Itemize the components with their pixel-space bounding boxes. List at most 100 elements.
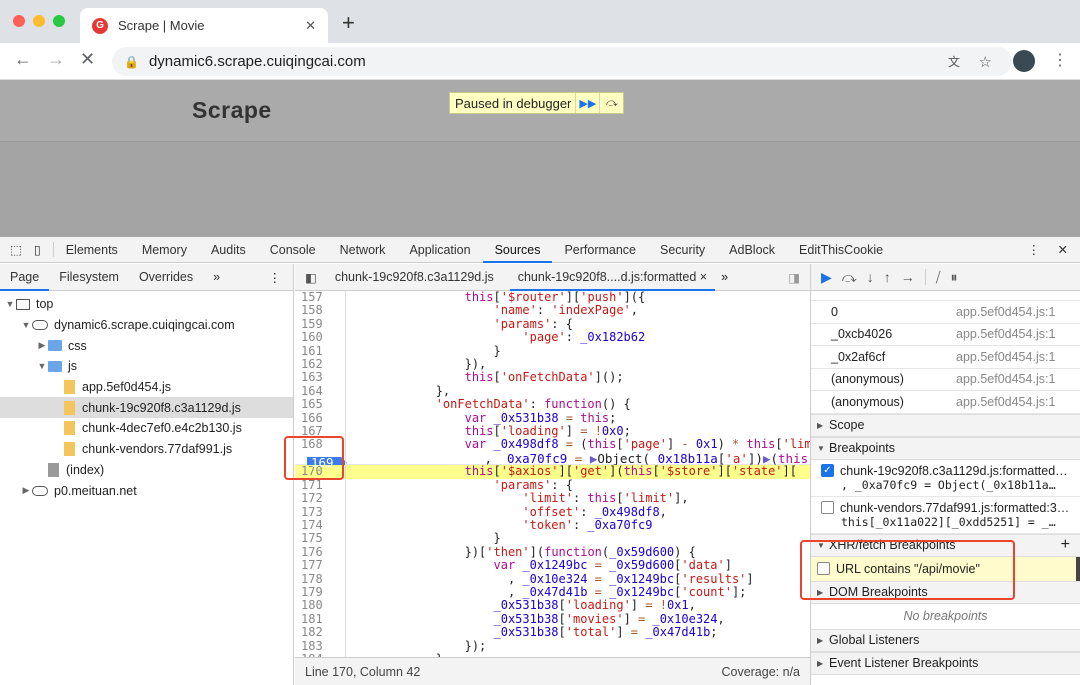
line-number[interactable]: 176	[295, 545, 345, 559]
code-line[interactable]: 178 , _0x10e324 = _0x1249bc['results']	[295, 572, 810, 586]
step-out-icon[interactable]: ↑	[884, 269, 891, 285]
frame-location[interactable]: app.5ef0d454.js:1	[956, 372, 1055, 386]
line-number[interactable]: 175	[295, 532, 345, 545]
line-number[interactable]: 163	[295, 371, 345, 384]
call-frame[interactable]: _0x2af6cf app.5ef0d454.js:1	[811, 346, 1080, 369]
tab-application[interactable]: Application	[397, 237, 482, 263]
line-number[interactable]: 159	[295, 317, 345, 331]
inspect-element-icon[interactable]: ⬚	[0, 242, 30, 257]
code-line[interactable]: 157 this['$router']['push']({	[295, 291, 810, 304]
stop-loading-icon[interactable]: ✕	[80, 49, 95, 70]
call-frame[interactable]: _0xcb4026 app.5ef0d454.js:1	[811, 324, 1080, 346]
global-listeners-section[interactable]: ▶ Global Listeners	[811, 628, 1080, 652]
code-line[interactable]: 158 'name': 'indexPage',	[295, 304, 810, 317]
line-number[interactable]: 183	[295, 639, 345, 653]
code-line[interactable]: 165 'onFetchData': function() {	[295, 398, 810, 411]
tab-elements[interactable]: Elements	[54, 237, 130, 263]
code-line[interactable]: 162 }),	[295, 357, 810, 371]
frame-location[interactable]: app.5ef0d454.js:1	[956, 305, 1055, 319]
tree-item[interactable]: app.5ef0d454.js	[0, 377, 293, 398]
frame-location[interactable]: app.5ef0d454.js:1	[956, 327, 1055, 341]
code-line[interactable]: 167 this['loading'] = !0x0;	[295, 424, 810, 438]
line-number[interactable]: 177	[295, 558, 345, 572]
breakpoint-item[interactable]: chunk-vendors.77daf991.js:formatted:3… th…	[811, 497, 1080, 534]
deactivate-breakpoints-icon[interactable]: ⧸	[936, 269, 941, 286]
collapsed-arrow-icon[interactable]: ▶	[20, 485, 32, 496]
close-tab-icon[interactable]: ✕	[305, 18, 316, 34]
line-number[interactable]: 181	[295, 612, 345, 626]
tree-item[interactable]: ▼ dynamic6.scrape.cuiqingcai.com	[0, 315, 293, 336]
tree-item[interactable]: (index)	[0, 460, 293, 481]
editor-tab[interactable]: chunk-19c920f8.c3a1129d.js	[327, 264, 502, 291]
code-line[interactable]: 174 'token': _0xa70fc9	[295, 518, 810, 532]
expanded-arrow-icon[interactable]: ▼	[36, 361, 48, 371]
line-number[interactable]: 182	[295, 625, 345, 639]
line-number[interactable]: 164	[295, 384, 345, 398]
expanded-arrow-icon[interactable]: ▼	[4, 299, 16, 309]
code-line[interactable]: 177 var _0x1249bc = _0x59d600['data']	[295, 558, 810, 572]
line-number[interactable]: 180	[295, 599, 345, 612]
navigator-menu-icon[interactable]: ⋮	[269, 270, 294, 285]
line-number[interactable]: 171	[295, 478, 345, 492]
code-line[interactable]: 180 _0x531b38['loading'] = !0x1,	[295, 599, 810, 612]
tab-editthiscookie[interactable]: EditThisCookie	[787, 237, 895, 263]
line-number[interactable]: 157	[295, 291, 345, 304]
tab-filesystem[interactable]: Filesystem	[49, 264, 129, 291]
code-line[interactable]: 176 })['then'](function(_0x59d600) {	[295, 545, 810, 559]
expanded-arrow-icon[interactable]: ▼	[20, 320, 32, 330]
line-number[interactable]: 165	[295, 398, 345, 411]
minimize-window-button[interactable]	[33, 15, 45, 27]
tab-performance[interactable]: Performance	[552, 237, 648, 263]
code-line[interactable]: 172 'limit': this['limit'],	[295, 491, 810, 505]
code-line[interactable]: 161 }	[295, 344, 810, 358]
step-over-icon[interactable]: ⤼	[599, 93, 623, 113]
collapsed-arrow-icon[interactable]: ▶	[36, 340, 48, 351]
toggle-navigator-icon[interactable]: ◧	[295, 270, 327, 285]
code-line[interactable]: 179 , _0x47d41b = _0x1249bc['count'];	[295, 585, 810, 599]
tree-item[interactable]: chunk-vendors.77daf991.js	[0, 439, 293, 460]
frame-location[interactable]: app.5ef0d454.js:1	[956, 350, 1055, 364]
tree-item[interactable]: ▶ p0.meituan.net	[0, 480, 293, 501]
breakpoints-section[interactable]: ▼ Breakpoints	[811, 436, 1080, 460]
call-frame[interactable]: 0 app.5ef0d454.js:1	[811, 301, 1080, 324]
line-number[interactable]: 166	[295, 411, 345, 425]
forward-icon[interactable]: →	[47, 49, 65, 70]
call-frame[interactable]: (anonymous) app.5ef0d454.js:1	[811, 369, 1080, 391]
url-field[interactable]: 🔒 dynamic6.scrape.cuiqingcai.com 文 ☆	[112, 47, 1012, 76]
event-listener-breakpoints-section[interactable]: ▶ Event Listener Breakpoints	[811, 651, 1080, 675]
tree-item[interactable]: ▶ css	[0, 335, 293, 356]
tab-page[interactable]: Page	[0, 264, 50, 291]
code-line[interactable]: 175 }	[295, 532, 810, 545]
device-toolbar-icon[interactable]: ▯	[30, 242, 54, 257]
tree-item[interactable]: chunk-4dec7ef0.e4c2b130.js	[0, 418, 293, 439]
code-line[interactable]: 171 'params': {	[295, 478, 810, 492]
breakpoint-checkbox[interactable]: ✓	[821, 464, 834, 477]
tab-security[interactable]: Security	[648, 237, 717, 263]
line-number[interactable]: 172	[295, 491, 345, 505]
scope-section[interactable]: ▶ Scope	[811, 413, 1080, 437]
line-number[interactable]: 173	[295, 505, 345, 519]
line-number[interactable]: 179	[295, 585, 345, 599]
tab-network[interactable]: Network	[328, 237, 398, 263]
code-line[interactable]: 183 });	[295, 639, 810, 653]
browser-tab[interactable]: G Scrape | Movie ✕	[80, 8, 328, 43]
code-line[interactable]: 163 this['onFetchData']();	[295, 371, 810, 384]
step-icon[interactable]: →	[901, 269, 915, 285]
bookmark-star-icon[interactable]: ☆	[979, 53, 992, 71]
code-line[interactable]: 166 var _0x531b38 = this;	[295, 411, 810, 425]
toggle-debugger-icon[interactable]: ◨	[788, 270, 810, 285]
more-tabs-button[interactable]: »	[203, 264, 230, 291]
code-line[interactable]: 173 'offset': _0x498df8,	[295, 505, 810, 519]
resume-icon[interactable]: ▶	[821, 269, 832, 286]
site-brand[interactable]: Scrape	[192, 97, 272, 124]
line-number[interactable]: 162	[295, 357, 345, 371]
code-line[interactable]: 170 this['$axios']['get'](this['$store']…	[295, 465, 810, 479]
zoom-window-button[interactable]	[53, 15, 65, 27]
tab-sources[interactable]: Sources	[482, 237, 553, 263]
tree-item[interactable]: ▼ js	[0, 356, 293, 377]
close-window-button[interactable]	[13, 15, 25, 27]
line-number[interactable]: 174	[295, 518, 345, 532]
line-number[interactable]: 160	[295, 331, 345, 344]
code-line[interactable]: 160 'page': _0x182b62	[295, 331, 810, 344]
add-xhr-breakpoint-button[interactable]: +	[1061, 536, 1080, 554]
